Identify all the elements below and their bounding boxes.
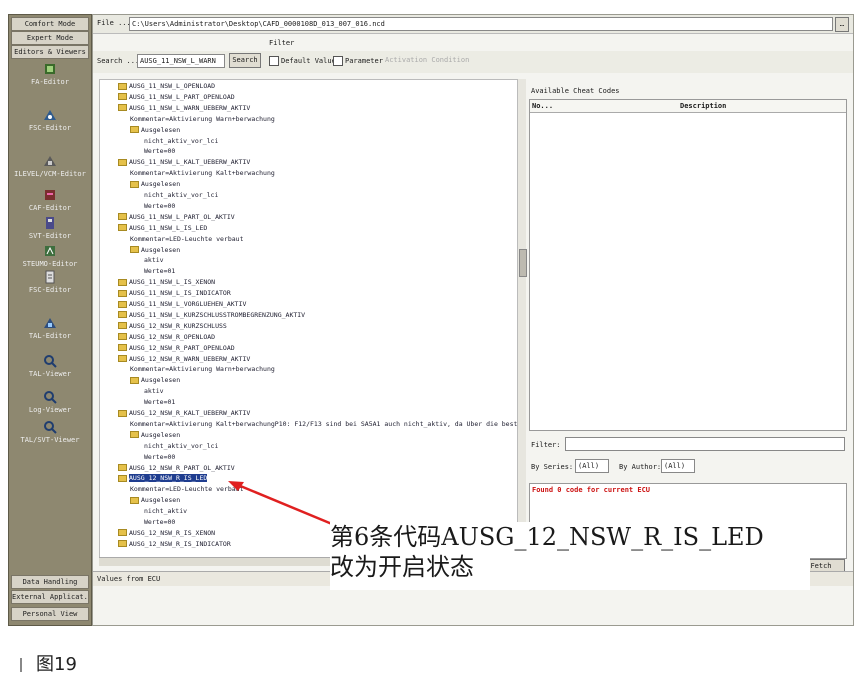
caption-bar (20, 658, 22, 672)
figure-caption: 图19 (20, 650, 77, 676)
annotation-line-2: 改为开启状态 (330, 553, 474, 581)
annotation-line-1: 第6条代码AUSG_12_NSW_R_IS_LED (330, 523, 764, 551)
annotation-callout: 第6条代码AUSG_12_NSW_R_IS_LED 改为开启状态 (330, 522, 810, 590)
arrow-line (237, 483, 333, 526)
caption-text: 图19 (36, 654, 77, 675)
